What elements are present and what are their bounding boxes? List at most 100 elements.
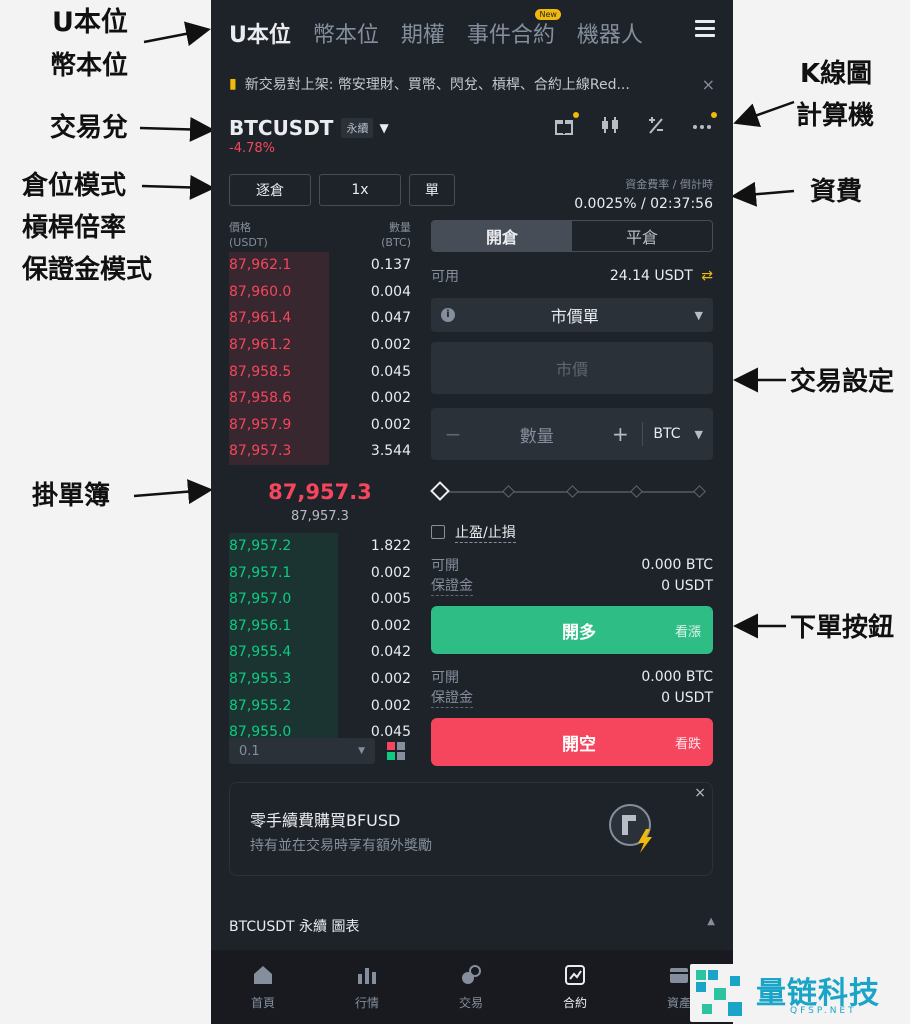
close-icon[interactable]: × — [694, 785, 706, 801]
gift-icon[interactable] — [551, 112, 579, 140]
tp-sl-checkbox[interactable]: 止盈/止損 — [431, 522, 713, 543]
bid-qty: 0.042 — [370, 644, 411, 661]
announcement-bar[interactable]: ▮ 新交易對上架: 幣安理財、買幣、閃兌、槓桿、合約上線Red... × — [229, 72, 715, 96]
more-icon[interactable] — [689, 112, 717, 140]
quantity-unit[interactable]: BTC — [653, 426, 680, 442]
slider-handle[interactable] — [430, 481, 450, 501]
tab-close[interactable]: 平倉 — [572, 221, 712, 251]
annotation-order-buttons: 下單按鈕 — [790, 613, 895, 643]
bid-qty: 0.002 — [370, 671, 411, 688]
chart-bar-label: BTCUSDT 永續 圖表 — [229, 919, 360, 935]
tab-bots[interactable]: 機器人 — [577, 17, 643, 49]
position-settings: 逐倉 1x 單 — [229, 174, 455, 206]
ask-row[interactable]: 87,962.1 0.137 — [229, 252, 411, 279]
depth-step-select[interactable]: 0.1 ▼ — [229, 738, 375, 764]
bid-row[interactable]: 87,957.2 1.822 — [229, 532, 411, 560]
watermark-logo-icon — [696, 970, 742, 1016]
price-input[interactable]: 市價 — [431, 342, 713, 394]
menu-icon[interactable] — [695, 20, 715, 38]
order-type-select[interactable]: i 市價單 ▼ — [431, 298, 713, 332]
bid-row[interactable]: 87,957.1 0.002 — [229, 559, 411, 586]
plus-icon[interactable]: + — [608, 422, 632, 446]
ask-row[interactable]: 87,961.4 0.047 — [229, 305, 411, 332]
tab-open[interactable]: 開倉 — [432, 221, 572, 251]
bid-row[interactable]: 87,957.0 0.005 — [229, 585, 411, 613]
ask-row[interactable]: 87,958.6 0.002 — [229, 384, 411, 412]
quantity-slider[interactable] — [430, 481, 713, 501]
margin-value: 0 USDT — [661, 577, 713, 594]
pair-selector[interactable]: BTCUSDT 永續 ▼ — [229, 116, 389, 140]
tp-sl-label: 止盈/止損 — [455, 522, 516, 543]
promo-banner[interactable]: 零手續費購買BFUSD 持有並在交易時享有額外獎勵 × — [229, 782, 713, 876]
tab-coin-margined[interactable]: 幣本位 — [313, 17, 379, 49]
ask-row[interactable]: 87,961.2 0.002 — [229, 331, 411, 359]
trade-icon — [462, 965, 481, 984]
nav-futures-label: 合約 — [562, 996, 587, 1010]
margin-label: 保證金 — [431, 687, 473, 708]
tab-u-margined[interactable]: U本位 — [229, 17, 291, 49]
calculator-icon[interactable] — [643, 114, 669, 140]
book-layout-icon[interactable] — [387, 742, 405, 760]
nav-futures[interactable]: 合約 — [523, 950, 627, 1024]
ask-qty: 0.047 — [370, 310, 411, 327]
available-balance: 可用 24.14 USDT ⇄ — [431, 266, 713, 286]
ask-price: 87,958.6 — [229, 390, 292, 407]
can-open-label: 可開 — [431, 669, 459, 686]
order-type-value: 市價單 — [550, 307, 599, 326]
open-long-sub: 看漲 — [674, 624, 701, 640]
info-icon[interactable]: i — [441, 308, 455, 322]
bid-price: 87,957.0 — [229, 591, 292, 608]
nav-markets-label: 行情 — [354, 996, 379, 1010]
chart-toggle-bar[interactable]: BTCUSDT 永續 圖表 ▲ — [229, 916, 715, 936]
bid-price: 87,956.1 — [229, 617, 292, 634]
chevron-down-icon: ▼ — [379, 121, 389, 135]
ask-price: 87,961.2 — [229, 337, 292, 354]
bid-row[interactable]: 87,955.4 0.042 — [229, 639, 411, 666]
order-book-footer: 0.1 ▼ — [229, 738, 411, 764]
ask-row[interactable]: 87,957.9 0.002 — [229, 411, 411, 439]
margin-label: 保證金 — [431, 575, 473, 596]
ask-row[interactable]: 87,958.5 0.045 — [229, 358, 411, 385]
open-short-button[interactable]: 開空 看跌 — [431, 718, 713, 766]
tab-event-contracts[interactable]: 事件合約 New — [467, 9, 561, 49]
can-open-value: 0.000 BTC — [641, 556, 713, 573]
quantity-stepper[interactable]: − 數量 + BTC ▼ — [431, 408, 713, 460]
checkbox-icon[interactable] — [431, 525, 445, 539]
watermark-domain: QFSP.NET — [790, 1006, 857, 1016]
nav-home[interactable]: 首頁 — [211, 950, 315, 1024]
last-price[interactable]: 87,957.3 — [229, 477, 411, 507]
nav-markets[interactable]: 行情 — [315, 950, 419, 1024]
available-value: 24.14 USDT — [609, 268, 693, 284]
transfer-icon[interactable]: ⇄ — [701, 268, 713, 284]
home-icon — [254, 966, 272, 984]
ask-row[interactable]: 87,960.0 0.004 — [229, 278, 411, 306]
available-label: 可用 — [431, 269, 459, 285]
bid-price: 87,955.3 — [229, 671, 292, 688]
close-icon[interactable]: × — [702, 75, 715, 94]
open-close-tabs: 開倉 平倉 — [431, 220, 713, 252]
annotation-margin-mode: 保證金模式 — [22, 255, 153, 285]
funding-value: 0.0025% / 02:37:56 — [574, 196, 713, 212]
ask-qty: 0.137 — [370, 257, 411, 274]
open-long-button[interactable]: 開多 看漲 — [431, 606, 713, 654]
bid-row[interactable]: 87,955.2 0.002 — [229, 692, 411, 719]
ask-price: 87,957.9 — [229, 416, 292, 433]
ask-price: 87,957.3 — [229, 443, 292, 460]
funding-rate[interactable]: 資金費率 / 倒計時 0.0025% / 02:37:56 — [574, 176, 713, 212]
chevron-down-icon: ▼ — [694, 308, 703, 322]
ask-price: 87,962.1 — [229, 257, 292, 274]
bid-row[interactable]: 87,956.1 0.002 — [229, 612, 411, 640]
nav-trade[interactable]: 交易 — [419, 950, 523, 1024]
leverage-button[interactable]: 1x — [319, 174, 401, 206]
position-mode-button[interactable]: 單 — [409, 174, 455, 206]
candlestick-chart-icon[interactable] — [597, 114, 623, 140]
quantity-input[interactable]: 數量 — [465, 422, 608, 447]
watermark: 量链科技 QFSP.NET — [690, 964, 910, 1022]
annotation-trade-settings: 交易設定 — [790, 367, 895, 397]
chevron-up-icon: ▲ — [707, 916, 715, 927]
minus-icon[interactable]: − — [441, 422, 465, 446]
margin-mode-button[interactable]: 逐倉 — [229, 174, 311, 206]
bid-row[interactable]: 87,955.3 0.002 — [229, 665, 411, 693]
ask-row[interactable]: 87,957.3 3.544 — [229, 438, 411, 465]
tab-options[interactable]: 期權 — [401, 17, 445, 49]
